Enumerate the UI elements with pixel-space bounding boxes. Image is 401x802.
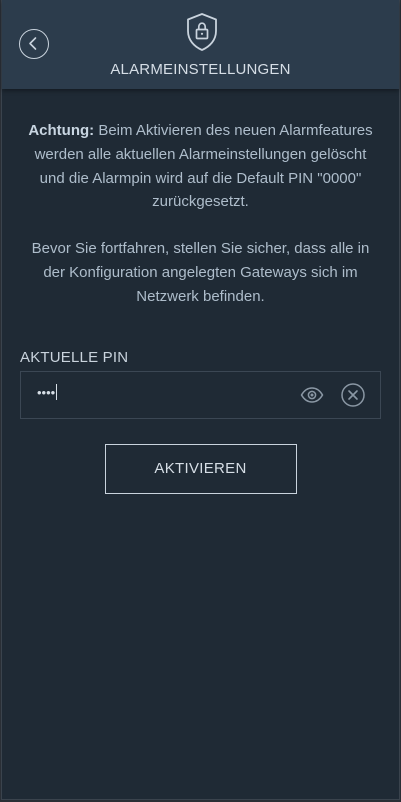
pin-value[interactable]: •••• — [37, 383, 58, 400]
current-pin-input[interactable]: •••• — [20, 370, 381, 419]
pin-label: AKTUELLE PIN — [20, 348, 129, 366]
back-button[interactable] — [19, 29, 49, 59]
main-content: Achtung: Beim Aktivieren des neuen Alarm… — [2, 119, 399, 494]
eye-icon[interactable] — [300, 386, 324, 404]
warning-paragraph: Achtung: Beim Aktivieren des neuen Alarm… — [20, 119, 381, 214]
page-title: ALARMEINSTELLUNGEN — [110, 61, 291, 78]
pin-masked-text: •••• — [37, 384, 56, 400]
activate-button[interactable]: AKTIVIEREN — [104, 443, 297, 494]
text-caret — [56, 383, 58, 400]
header: ALARMEINSTELLUNGEN — [2, 0, 399, 89]
clear-icon[interactable] — [341, 382, 365, 407]
button-row: AKTIVIEREN — [20, 443, 381, 494]
gateway-hint-paragraph: Bevor Sie fortfahren, stellen Sie sicher… — [31, 240, 370, 305]
app-frame: ALARMEINSTELLUNGEN Achtung: Beim Aktivie… — [1, 0, 400, 800]
chevron-left-icon — [29, 37, 37, 50]
warning-notice: Achtung: Beim Aktivieren des neuen Alarm… — [20, 119, 381, 309]
shield-lock-icon — [185, 12, 219, 52]
warning-bold-prefix: Achtung: — [28, 122, 95, 139]
